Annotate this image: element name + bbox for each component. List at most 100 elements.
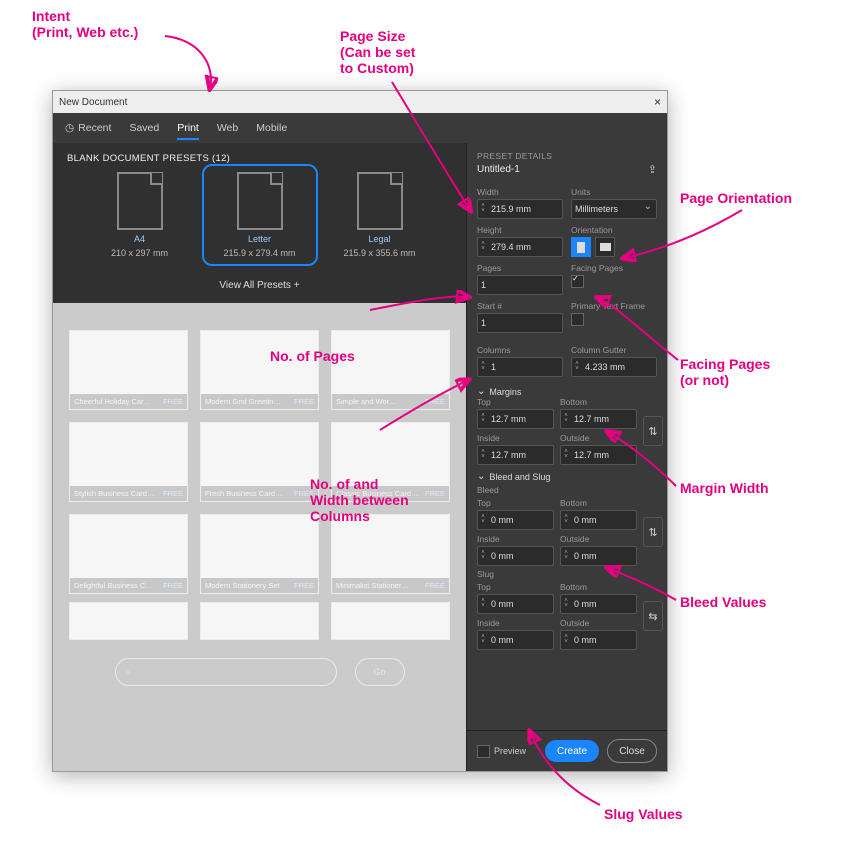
bleed-slug-section[interactable]: Bleed and Slug xyxy=(467,465,667,482)
start-input[interactable]: 1 xyxy=(477,313,563,333)
view-all-presets[interactable]: View All Presets + xyxy=(53,272,466,303)
tab-print[interactable]: Print xyxy=(177,116,199,140)
bleed-outside-label: Outside xyxy=(560,534,637,544)
start-value: 1 xyxy=(478,318,562,328)
annotation-pages: No. of Pages xyxy=(270,348,355,364)
document-name[interactable]: Untitled-1 xyxy=(477,164,520,175)
slug-top-label: Top xyxy=(477,582,554,592)
tab-recent[interactable]: ◷ Recent xyxy=(65,116,111,140)
bleed-bottom-label: Bottom xyxy=(560,498,637,508)
slug-bottom-input[interactable]: ˄˅0 mm xyxy=(560,594,637,614)
height-label: Height xyxy=(477,225,563,235)
columns-label: Columns xyxy=(477,345,563,355)
primary-text-frame-checkbox[interactable] xyxy=(571,313,584,326)
tab-web[interactable]: Web xyxy=(217,116,238,140)
preset-dims: 215.9 x 355.6 mm xyxy=(343,248,415,258)
gutter-value: 4.233 mm xyxy=(582,362,656,372)
tab-recent-label: Recent xyxy=(78,122,111,134)
bleed-inside-label: Inside xyxy=(477,534,554,544)
tab-mobile[interactable]: Mobile xyxy=(256,116,287,140)
margin-inside-label: Inside xyxy=(477,433,554,443)
preview-checkbox[interactable] xyxy=(477,745,490,758)
margins-section[interactable]: Margins xyxy=(467,380,667,397)
link-slug-icon[interactable]: ⇆ xyxy=(643,601,663,631)
annotation-margin: Margin Width xyxy=(680,480,769,496)
height-input[interactable]: ˄˅279.4 mm xyxy=(477,237,563,257)
units-select[interactable]: Millimeters xyxy=(571,199,657,219)
margin-inside-input[interactable]: ˄˅12.7 mm xyxy=(477,445,554,465)
pages-value: 1 xyxy=(478,280,562,290)
preview-label: Preview xyxy=(494,746,526,756)
create-button[interactable]: Create xyxy=(545,740,599,762)
slug-top-input[interactable]: ˄˅0 mm xyxy=(477,594,554,614)
width-label: Width xyxy=(477,187,563,197)
close-button[interactable]: Close xyxy=(607,739,657,763)
export-icon[interactable]: ⇪ xyxy=(648,163,657,176)
margin-outside-input[interactable]: ˄˅12.7 mm xyxy=(560,445,637,465)
annotation-intent: Intent (Print, Web etc.) xyxy=(32,8,138,40)
width-input[interactable]: ˄˅215.9 mm xyxy=(477,199,563,219)
bleed-top-label: Top xyxy=(477,498,554,508)
slug-bottom-label: Bottom xyxy=(560,582,637,592)
start-label: Start # xyxy=(477,301,563,311)
close-icon[interactable]: × xyxy=(654,95,661,109)
width-value: 215.9 mm xyxy=(488,204,562,214)
margin-bottom-input[interactable]: ˄˅12.7 mm xyxy=(560,409,637,429)
margin-outside-label: Outside xyxy=(560,433,637,443)
preset-name: Legal xyxy=(368,234,390,244)
slug-inside-input[interactable]: ˄˅0 mm xyxy=(477,630,554,650)
page-icon xyxy=(117,172,163,230)
units-label: Units xyxy=(571,187,657,197)
annotation-orientation: Page Orientation xyxy=(680,190,792,206)
preset-dims: 210 x 297 mm xyxy=(111,248,168,258)
columns-value: 1 xyxy=(488,362,562,372)
link-bleed-icon[interactable]: ⇅ xyxy=(643,517,663,547)
bleed-heading: Bleed xyxy=(477,485,499,495)
bleed-bottom-input[interactable]: ˄˅0 mm xyxy=(560,510,637,530)
link-margins-icon[interactable]: ⇅ xyxy=(643,416,663,446)
bleed-slug-heading: Bleed and Slug xyxy=(489,472,550,482)
margin-top-input[interactable]: ˄˅12.7 mm xyxy=(477,409,554,429)
facing-pages-checkbox[interactable] xyxy=(571,275,584,288)
tab-saved[interactable]: Saved xyxy=(129,116,159,140)
page-icon xyxy=(357,172,403,230)
orientation-landscape[interactable] xyxy=(595,237,615,257)
annotation-page-size: Page Size (Can be set to Custom) xyxy=(340,28,415,76)
annotation-columns: No. of and Width between Columns xyxy=(310,476,409,524)
margins-heading: Margins xyxy=(489,387,521,397)
preset-name: Letter xyxy=(248,234,271,244)
margin-bottom-label: Bottom xyxy=(560,397,637,407)
slug-outside-input[interactable]: ˄˅0 mm xyxy=(560,630,637,650)
slug-heading: Slug xyxy=(477,569,494,579)
new-document-dialog: New Document × ◷ Recent Saved Print Web … xyxy=(52,90,668,772)
blank-presets-heading: BLANK DOCUMENT PRESETS (12) xyxy=(53,143,466,172)
margin-top-label: Top xyxy=(477,397,554,407)
primary-text-frame-label: Primary Text Frame xyxy=(571,301,657,311)
bleed-outside-input[interactable]: ˄˅0 mm xyxy=(560,546,637,566)
page-icon xyxy=(237,172,283,230)
pages-input[interactable]: 1 xyxy=(477,275,563,295)
slug-outside-label: Outside xyxy=(560,618,637,628)
titlebar: New Document × xyxy=(53,91,667,113)
preset-name: A4 xyxy=(134,234,145,244)
templates-area: TEMPLATES (75) Cheerful Holiday Car…FREE… xyxy=(53,303,466,771)
preset-legal[interactable]: Legal 215.9 x 355.6 mm xyxy=(330,172,430,258)
preset-details-panel: PRESET DETAILS Untitled-1 ⇪ Width ˄˅215.… xyxy=(466,143,667,771)
bleed-top-input[interactable]: ˄˅0 mm xyxy=(477,510,554,530)
units-value: Millimeters xyxy=(572,204,656,214)
facing-pages-label: Facing Pages xyxy=(571,263,657,273)
clock-icon: ◷ xyxy=(65,122,74,134)
height-value: 279.4 mm xyxy=(488,242,562,252)
columns-input[interactable]: ˄˅1 xyxy=(477,357,563,377)
gutter-input[interactable]: ˄˅4.233 mm xyxy=(571,357,657,377)
bleed-inside-input[interactable]: ˄˅0 mm xyxy=(477,546,554,566)
orientation-toggle xyxy=(571,237,657,257)
orientation-portrait[interactable] xyxy=(571,237,591,257)
gutter-label: Column Gutter xyxy=(571,345,657,355)
preset-details-heading: PRESET DETAILS xyxy=(477,151,552,161)
intent-tabbar: ◷ Recent Saved Print Web Mobile xyxy=(53,113,667,143)
pages-label: Pages xyxy=(477,263,563,273)
preset-dims: 215.9 x 279.4 mm xyxy=(223,248,295,258)
preset-a4[interactable]: A4 210 x 297 mm xyxy=(90,172,190,258)
preset-letter[interactable]: Letter 215.9 x 279.4 mm xyxy=(210,172,310,258)
